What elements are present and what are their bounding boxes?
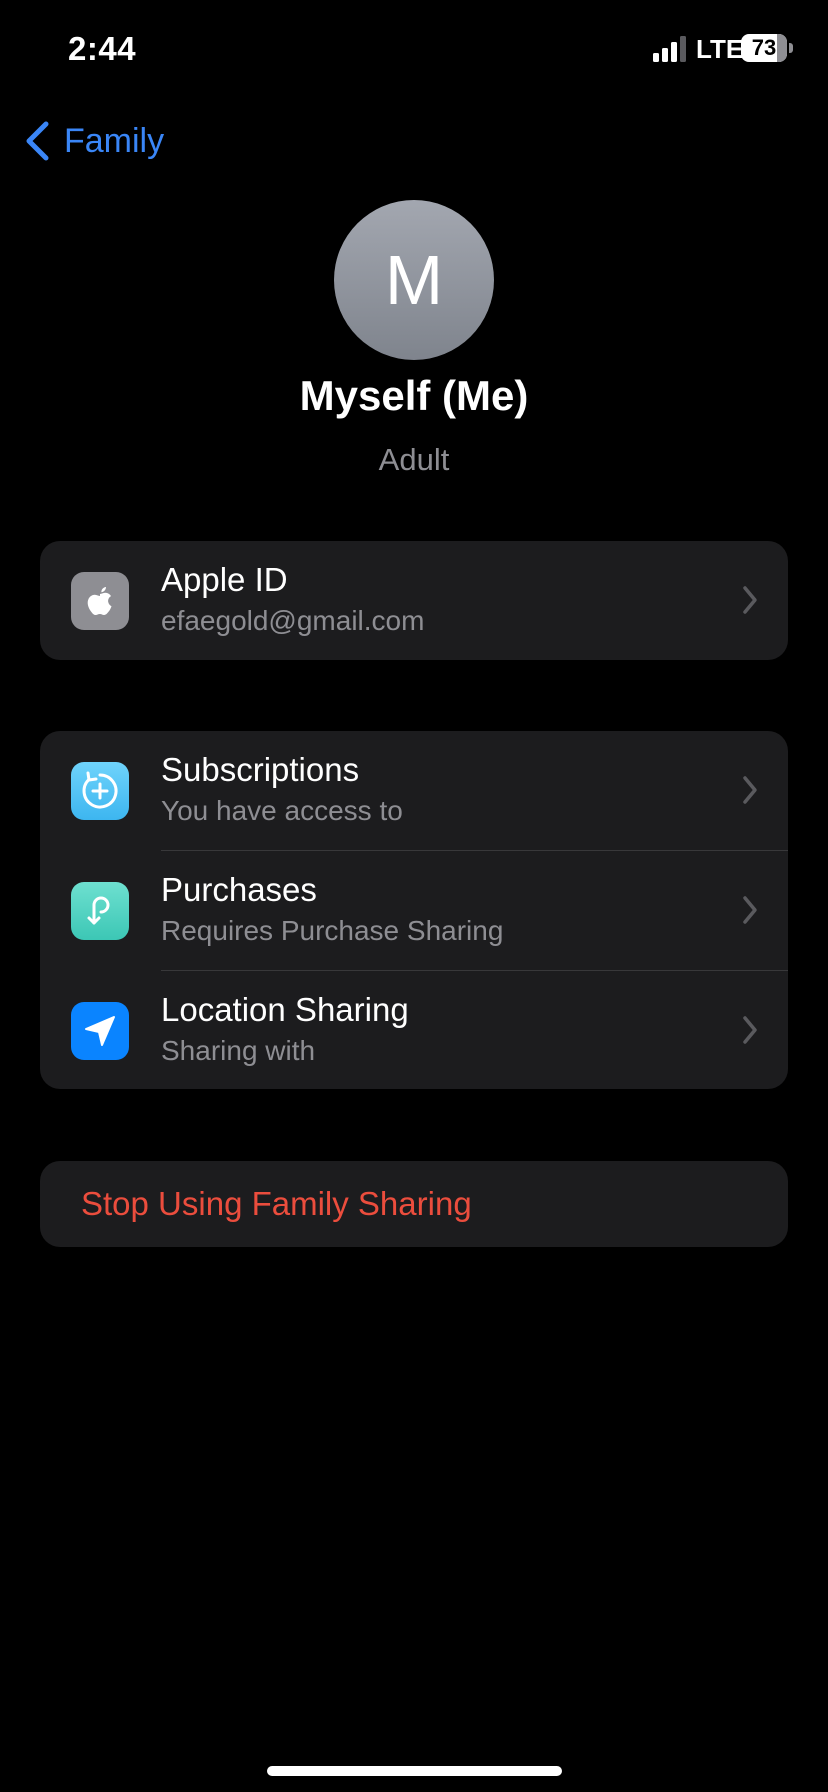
avatar: M	[334, 200, 494, 360]
member-name: Myself (Me)	[299, 372, 529, 419]
battery-icon: 73	[741, 34, 793, 62]
subscriptions-title: Subscriptions	[161, 751, 360, 788]
purchases-icon	[71, 882, 129, 940]
stop-family-sharing-button[interactable]: Stop Using Family Sharing	[40, 1161, 788, 1247]
subscriptions-icon	[71, 762, 129, 820]
status-time: 2:44	[68, 30, 137, 67]
features-group: Subscriptions You have access to Purchas…	[40, 731, 788, 1089]
chevron-left-icon	[26, 121, 49, 161]
apple-logo-icon	[71, 572, 129, 630]
chevron-right-icon	[743, 1016, 757, 1044]
account-group: Apple ID efaegold@gmail.com	[40, 541, 788, 660]
chevron-right-icon	[743, 586, 757, 614]
chevron-right-icon	[743, 896, 757, 924]
apple-id-row[interactable]: Apple ID efaegold@gmail.com	[40, 541, 788, 660]
stop-family-sharing-label: Stop Using Family Sharing	[81, 1185, 472, 1222]
chevron-right-icon	[743, 776, 757, 804]
home-indicator[interactable]	[267, 1766, 562, 1776]
subscriptions-row[interactable]: Subscriptions You have access to	[40, 731, 788, 851]
apple-id-title: Apple ID	[161, 561, 288, 598]
battery-level: 73	[751, 35, 777, 60]
purchases-title: Purchases	[161, 871, 317, 908]
member-role: Adult	[378, 442, 450, 477]
location-sharing-title: Location Sharing	[161, 991, 409, 1028]
purchases-subtitle: Requires Purchase Sharing	[161, 915, 504, 946]
status-bar: 2:44 LTE 73	[0, 0, 828, 100]
subscriptions-subtitle: You have access to	[161, 795, 403, 826]
purchases-row[interactable]: Purchases Requires Purchase Sharing	[40, 851, 788, 971]
cellular-signal-icon	[653, 36, 686, 62]
back-label: Family	[64, 121, 165, 160]
location-arrow-icon	[71, 1002, 129, 1060]
location-sharing-row[interactable]: Location Sharing Sharing with	[40, 971, 788, 1089]
network-type: LTE	[696, 34, 744, 64]
back-button[interactable]: Family	[24, 116, 164, 166]
avatar-initial: M	[384, 241, 444, 319]
apple-id-email: efaegold@gmail.com	[161, 605, 425, 636]
location-sharing-subtitle: Sharing with	[161, 1035, 316, 1066]
